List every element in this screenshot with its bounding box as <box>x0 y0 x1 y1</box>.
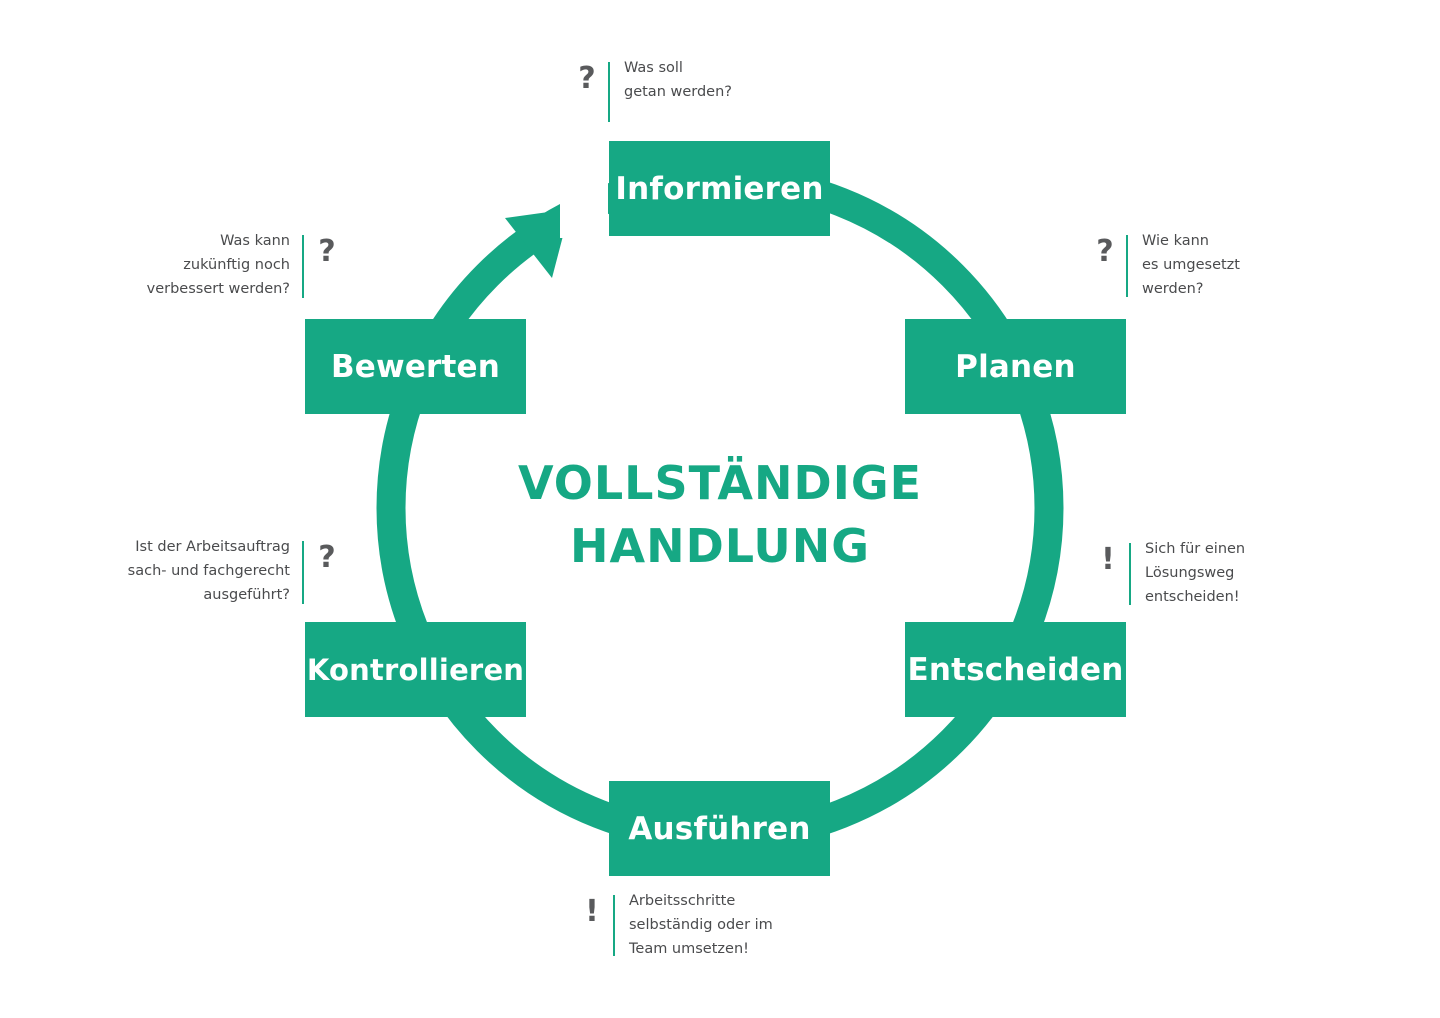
stage-planen: Planen <box>905 319 1126 414</box>
note-line: Was kann <box>220 233 290 249</box>
note-line: Was soll <box>624 60 683 76</box>
note-line: sach- und fachgerecht <box>127 563 290 579</box>
note-kontrollieren: Ist der Arbeitsauftrag sach- und fachger… <box>128 539 338 604</box>
note-kontrollieren-text: Ist der Arbeitsauftrag sach- und fachger… <box>128 535 290 607</box>
note-divider <box>613 895 615 956</box>
stage-informieren-label: Informieren <box>615 170 824 207</box>
note-bewerten-text: Was kann zukünftig noch verbessert werde… <box>147 229 290 301</box>
note-line: Arbeitsschritte <box>629 893 736 909</box>
note-line: zukünftig noch <box>183 257 290 273</box>
center-title-line1: VOLLSTÄNDIGE <box>517 456 923 510</box>
note-line: Sich für einen <box>1145 541 1246 557</box>
note-informieren-text: Was soll getan werden? <box>624 56 732 104</box>
note-line: ausgeführt? <box>203 587 290 603</box>
exclamation-mark-icon: ! <box>585 894 599 929</box>
note-planen-text: Wie kann es umgesetzt werden? <box>1142 229 1240 301</box>
note-divider <box>608 62 610 122</box>
stage-ausfuehren-label: Ausführen <box>628 810 811 847</box>
note-entscheiden-text: Sich für einen Lösungsweg entscheiden! <box>1145 537 1245 609</box>
note-planen: ? Wie kann es umgesetzt werden? <box>1094 233 1240 297</box>
note-entscheiden: ! Sich für einen Lösungsweg entscheiden! <box>1097 541 1245 605</box>
note-divider <box>1129 543 1131 605</box>
stage-entscheiden: Entscheiden <box>905 622 1126 717</box>
note-ausfuehren: ! Arbeitsschritte selbständig oder im Te… <box>581 893 773 957</box>
note-line: werden? <box>1142 281 1204 297</box>
stage-bewerten-label: Bewerten <box>330 348 501 385</box>
stage-kontrollieren: Kontrollieren <box>305 622 526 717</box>
question-mark-icon: ? <box>578 61 596 96</box>
note-ausfuehren-text: Arbeitsschritte selbständig oder im Team… <box>629 889 773 961</box>
note-divider <box>1126 235 1128 297</box>
note-line: entscheiden! <box>1145 589 1240 605</box>
stage-ausfuehren: Ausführen <box>609 781 830 876</box>
ring-gap-cover <box>560 168 608 238</box>
note-line: Wie kann <box>1142 233 1209 249</box>
center-title: VOLLSTÄNDIGE HANDLUNG <box>470 452 970 578</box>
note-line: Lösungsweg <box>1145 565 1235 581</box>
note-divider <box>302 541 304 604</box>
stage-informieren: Informieren <box>609 141 830 236</box>
note-line: getan werden? <box>624 84 732 100</box>
stage-planen-label: Planen <box>955 348 1076 385</box>
note-bewerten: Was kann zukünftig noch verbessert werde… <box>147 233 338 298</box>
stage-bewerten: Bewerten <box>305 319 526 414</box>
note-informieren: ? Was soll getan werden? <box>576 60 732 122</box>
stage-entscheiden-label: Entscheiden <box>907 651 1124 688</box>
note-line: Team umsetzen! <box>629 941 749 957</box>
question-mark-icon: ? <box>318 540 336 575</box>
note-line: Ist der Arbeitsauftrag <box>135 539 290 555</box>
note-divider <box>302 235 304 298</box>
note-line: verbessert werden? <box>146 281 290 297</box>
note-line: es umgesetzt <box>1142 257 1240 273</box>
question-mark-icon: ? <box>1096 234 1114 269</box>
exclamation-mark-icon: ! <box>1101 542 1115 577</box>
stage-kontrollieren-label: Kontrollieren <box>306 652 525 687</box>
center-title-line2: HANDLUNG <box>569 519 871 573</box>
question-mark-icon: ? <box>318 234 336 269</box>
note-line: selbständig oder im <box>629 917 773 933</box>
